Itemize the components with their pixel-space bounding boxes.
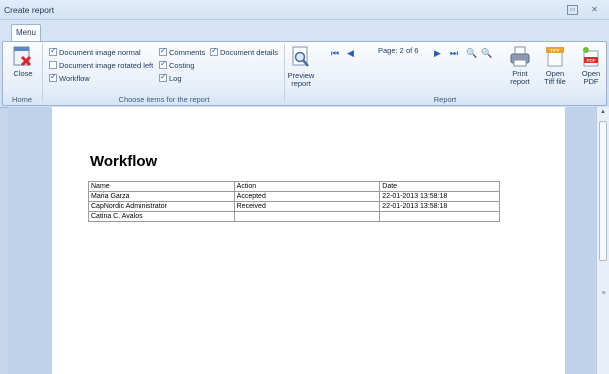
open-pdf-button[interactable]: PDF Open PDF [578, 46, 604, 86]
checkbox-log[interactable]: Log [159, 72, 182, 84]
zoom-in-icon[interactable]: 🔍 [466, 49, 477, 59]
checkbox-box [159, 72, 167, 82]
checkbox-box [159, 46, 167, 56]
first-page-icon[interactable]: ⏮ [331, 49, 339, 59]
report-group-label: Report [433, 95, 457, 104]
page-indicator: Page: 2 of 6 [378, 46, 419, 55]
cell-action [233, 211, 381, 222]
open-pdf-label: Open PDF [581, 69, 601, 86]
tiff-icon-text: TIFF [550, 48, 560, 53]
title-bar: Create report ▭ ✕ [0, 0, 609, 20]
checkbox-box [49, 61, 57, 69]
close-label: Close [13, 69, 33, 78]
preview-report-button[interactable]: Preview report [286, 46, 316, 88]
scroll-up-icon[interactable]: ▲ [597, 109, 609, 115]
checkbox-box [159, 59, 167, 69]
vertical-scrollbar[interactable]: ▲ ≡ [596, 107, 609, 374]
print-report-button[interactable]: Print report [506, 46, 534, 86]
checkbox-costing[interactable]: Costing [159, 59, 195, 71]
group-separator [284, 44, 285, 102]
workflow-table: Name Action Date Maria Garza Accepted 22… [88, 181, 500, 222]
scroll-grip-icon: ≡ [601, 290, 606, 297]
checkbox-label: Workflow [59, 74, 90, 83]
ribbon-tab-strip: Menu [0, 20, 609, 42]
table-row: Maria Garza Accepted 22-01-2013 13:58:18 [88, 191, 500, 202]
report-section-title: Workflow [90, 153, 158, 170]
tab-menu[interactable]: Menu [11, 24, 41, 42]
checkbox-label: Costing [169, 61, 195, 70]
scrollbar-thumb[interactable] [599, 121, 607, 261]
report-page [52, 107, 565, 374]
magnifier-document-icon [292, 46, 309, 67]
checkbox-document-image-rotated-left[interactable]: Document image rotated left [49, 61, 153, 71]
zoom-out-icon[interactable]: 🔍 [481, 49, 492, 59]
preview-label: Preview report [287, 71, 315, 88]
checkbox-label: Log [169, 74, 182, 83]
last-page-icon[interactable]: ⏭ [450, 49, 458, 59]
checkbox-document-image-normal[interactable]: Document image normal [49, 46, 141, 58]
open-tiff-label: Open Tiff file [544, 69, 566, 86]
window-title: Create report [4, 5, 55, 15]
checkbox-comments[interactable]: Comments [159, 46, 206, 58]
table-header-row: Name Action Date [88, 181, 500, 192]
tiff-file-icon: TIFF [546, 47, 564, 67]
print-label: Print report [510, 69, 530, 86]
column-header-name: Name [88, 181, 235, 192]
table-row: Catina C. Avalos [88, 211, 500, 222]
previous-page-icon[interactable]: ◀ [347, 49, 354, 59]
checkbox-label: Comments [169, 48, 206, 57]
checkbox-box [49, 46, 57, 56]
viewer-margin-left [8, 107, 52, 374]
pdf-icon-text: PDF [587, 58, 596, 63]
column-header-date: Date [379, 181, 500, 192]
cell-name: CapNordic Administrator [88, 201, 235, 212]
column-header-action: Action [233, 181, 381, 192]
table-row: CapNordic Administrator Received 22-01-2… [88, 201, 500, 212]
home-group-label: Home [11, 95, 32, 104]
cell-name: Catina C. Avalos [88, 211, 235, 222]
restore-button[interactable]: ▭ [567, 5, 578, 15]
next-page-icon[interactable]: ▶ [434, 49, 441, 59]
pdf-file-icon: PDF [583, 47, 599, 67]
cell-action: Accepted [233, 191, 381, 202]
printer-icon [510, 46, 530, 67]
cell-date [379, 211, 500, 222]
cell-date: 22-01-2013 13:58:18 [379, 201, 500, 212]
open-tiff-button[interactable]: TIFF Open Tiff file [541, 46, 569, 86]
checkbox-label: Document image normal [59, 48, 141, 57]
checkbox-box [49, 72, 57, 82]
checkbox-box [210, 46, 218, 56]
cell-action: Received [233, 201, 381, 212]
cell-name: Maria Garza [88, 191, 235, 202]
viewer-margin-right [565, 107, 595, 374]
checkbox-label: Document image rotated left [59, 61, 154, 70]
group-separator [42, 44, 43, 102]
close-report-button[interactable]: Close [10, 46, 36, 78]
checkbox-workflow[interactable]: Workflow [49, 72, 90, 84]
cell-date: 22-01-2013 13:58:18 [379, 191, 500, 202]
items-group-label: Choose items for the report [118, 95, 210, 104]
checkbox-document-details[interactable]: Document details [210, 46, 278, 58]
close-document-icon [13, 46, 32, 67]
close-window-button[interactable]: ✕ [589, 5, 600, 15]
checkbox-label: Document details [220, 48, 278, 57]
